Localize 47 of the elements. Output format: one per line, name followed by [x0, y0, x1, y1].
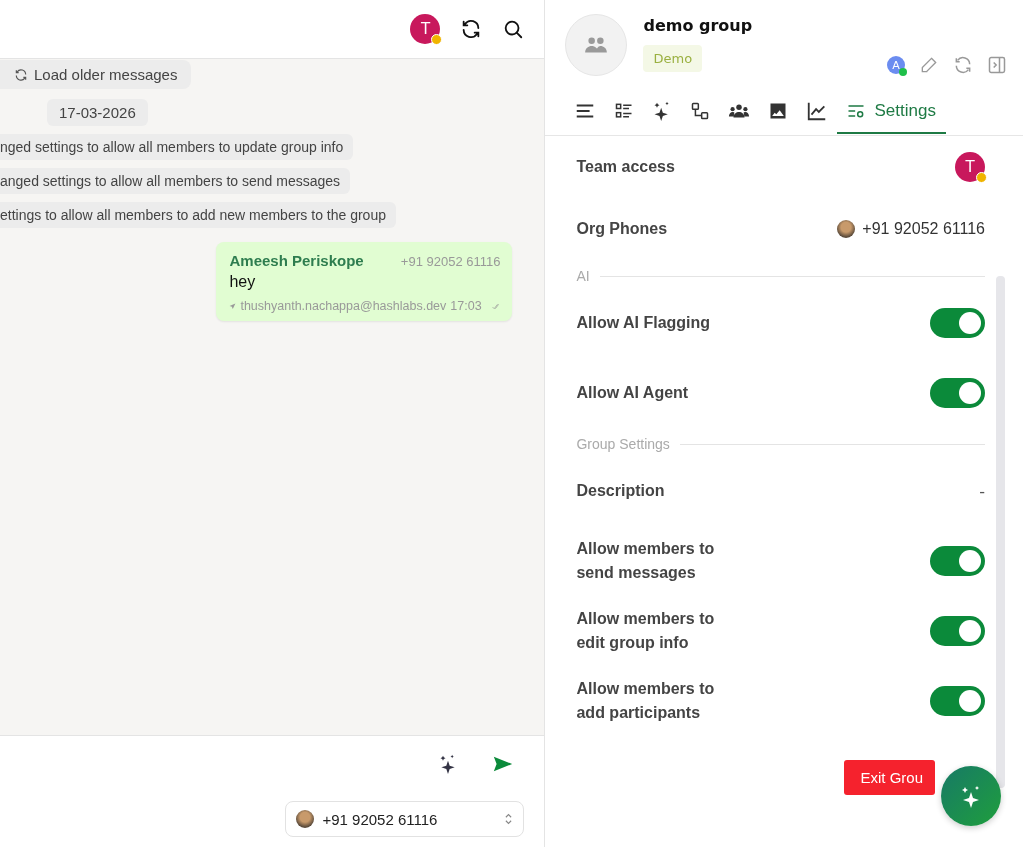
panel-tab[interactable]: Settings — [837, 89, 946, 134]
system-message: nged settings to allow all members to update group info — [0, 134, 354, 160]
agent-avatar: A — [887, 56, 905, 74]
search-icon[interactable] — [502, 18, 525, 40]
toggle-switch[interactable] — [930, 378, 985, 408]
setting-label: Allow members to add participants — [576, 679, 716, 723]
setting-value: - — [979, 481, 985, 501]
toggle-switch[interactable] — [930, 616, 985, 646]
nodes-icon — [690, 101, 711, 121]
message-time: 17:03 — [450, 299, 482, 313]
ai-assistant-button[interactable] — [941, 766, 1001, 826]
setting-label: Allow members to send messages — [576, 539, 716, 583]
system-message: anged settings to allow all members to send messages — [0, 168, 351, 194]
sender-name: Ameesh Periskope — [229, 252, 364, 269]
exit-group-button[interactable]: Exit Grou — [844, 760, 935, 795]
panel-collapse-icon[interactable] — [987, 55, 1007, 75]
sent-by: thushyanth.nachappa@hashlabs.dev — [240, 299, 447, 313]
user-avatar[interactable]: T — [410, 14, 441, 44]
message-text: hey — [229, 273, 257, 291]
setting-label: Description — [576, 481, 666, 501]
setting-label: Allow AI Agent — [576, 383, 690, 403]
chevron-updown-icon — [504, 812, 514, 826]
setting-label: Org Phones — [576, 220, 668, 238]
toggle-switch[interactable] — [930, 308, 985, 338]
avatar-icon — [296, 810, 315, 828]
setting-label: Allow members to edit group info — [576, 609, 716, 653]
section-title: Group Settings — [576, 436, 670, 452]
group-name: demo group — [643, 16, 754, 35]
group-tag: Demo — [643, 44, 703, 72]
avatar-icon — [837, 220, 856, 238]
image-icon — [768, 101, 789, 121]
setting-label: Allow AI Flagging — [576, 313, 712, 333]
pencil-icon[interactable] — [919, 55, 939, 75]
system-message: ettings to allow all members to add new members to the group — [0, 202, 396, 228]
setting-label: Team access — [576, 158, 675, 176]
scrollbar[interactable] — [996, 276, 1005, 788]
checklist-icon — [614, 101, 635, 121]
toggle-switch[interactable] — [930, 546, 985, 576]
load-older-button[interactable]: Load older messages — [0, 60, 192, 89]
phone-select[interactable]: +91 92052 61116 — [285, 801, 525, 837]
refresh-icon — [14, 67, 28, 82]
section-title: AI — [576, 268, 590, 284]
sender-phone: +91 92052 61116 — [400, 254, 501, 269]
member-avatar: T — [955, 152, 985, 182]
toggle-switch[interactable] — [930, 686, 985, 716]
date-chip: 17-03-2026 — [47, 99, 148, 126]
phone-number: +91 92052 61116 — [862, 220, 985, 238]
